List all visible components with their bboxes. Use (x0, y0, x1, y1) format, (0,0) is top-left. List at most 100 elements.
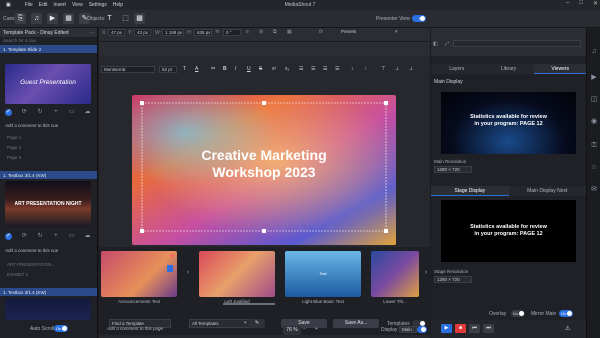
tab-main-display-next[interactable]: Main Display Next (508, 186, 586, 196)
template-card-3[interactable]: Test (285, 251, 361, 297)
justify-icon[interactable]: ☰ (335, 66, 339, 72)
add-icon[interactable]: + (52, 109, 59, 116)
check-icon[interactable]: ✓ (5, 233, 12, 240)
angle-input[interactable]: 0 ° (223, 29, 241, 36)
main-display-preview[interactable]: Statistics available for review in your … (441, 92, 576, 154)
underline-icon[interactable]: U (247, 66, 251, 72)
align-right-icon[interactable]: ☰ (323, 66, 327, 72)
cue-header-2[interactable]: 1. Textbox 3/1.4 (KW) (0, 171, 97, 179)
new-cue-icon[interactable]: ⎘ (15, 13, 26, 24)
line-spacing-icon[interactable]: ↕ (351, 66, 354, 72)
key-icon[interactable]: ⚿ (590, 142, 598, 150)
italic-icon[interactable]: I (235, 66, 236, 72)
maximize-icon[interactable]: □ (579, 0, 583, 7)
fx-icon[interactable]: fx (319, 29, 323, 35)
cloud-icon[interactable]: ☁ (84, 233, 91, 240)
cue-2-comment[interactable]: Add a comment to this cue (5, 248, 58, 253)
superscript-icon[interactable]: x² (272, 66, 276, 72)
layer-icon[interactable]: ⧉ (273, 29, 277, 35)
image-icon[interactable]: ▭ (68, 233, 75, 240)
cue-header-1[interactable]: 1. Template Slide 2 (0, 45, 97, 53)
output-selector[interactable] (453, 40, 581, 47)
width-input[interactable]: 1 188 px (162, 29, 184, 36)
save-as-button[interactable]: Save As... (333, 319, 379, 328)
refresh-icon[interactable]: ↻ (37, 109, 44, 116)
cue-1-page-2[interactable]: Page 2 (7, 145, 21, 150)
cue-1-thumbnail[interactable]: Guest Presentation (5, 64, 91, 104)
favorite-icon[interactable]: ♥ (170, 253, 174, 260)
grid-icon[interactable]: ▦ (287, 29, 292, 35)
close-icon[interactable]: ✕ (593, 0, 598, 7)
template-filter-dropdown[interactable]: All Templates (189, 319, 251, 328)
template-card-2[interactable] (199, 251, 275, 297)
gallery-scrollbar[interactable] (223, 303, 275, 305)
text-case-icon[interactable]: ᴬᵃ (211, 66, 215, 72)
warning-icon[interactable]: ⚠ (565, 325, 570, 332)
display-dropdown[interactable]: Main (399, 326, 417, 333)
check-icon[interactable]: ✓ (5, 109, 12, 116)
align-icon[interactable]: ≡ (246, 29, 249, 35)
text-style-icon[interactable]: T (183, 66, 186, 72)
previous-icon[interactable]: ⏮ (469, 324, 480, 333)
favorites-icon[interactable]: ☆ (590, 164, 598, 172)
play-icon[interactable]: ▶ (441, 324, 452, 333)
image-object-icon[interactable]: ▩ (134, 13, 145, 24)
display-toggle[interactable] (417, 326, 427, 333)
slide-canvas[interactable]: Creative Marketing Workshop 2023 (132, 95, 396, 245)
video-icon[interactable]: ▶ (590, 74, 598, 82)
zoom-input[interactable]: 76 % (283, 326, 301, 335)
tab-library[interactable]: Library (482, 64, 535, 74)
cue-header-3[interactable]: 1. Textbox 3/1.4 (KW) (0, 288, 97, 296)
shape-object-icon[interactable]: ⬚ (120, 13, 131, 24)
music-cue-icon[interactable]: ♫ (31, 13, 42, 24)
cue-1-page-1[interactable]: Page 1 (7, 135, 21, 140)
tab-stage-display[interactable]: Stage Display (431, 186, 509, 196)
text-object-icon[interactable]: T (104, 13, 115, 24)
cue-2-page-1[interactable]: ART PRESENTATION... (7, 262, 55, 267)
cue-1-comment[interactable]: Add a comment to this cue (5, 123, 58, 128)
cue-search-input[interactable]: Search for a cue (0, 37, 97, 45)
template-card-4[interactable] (371, 251, 419, 297)
x-input[interactable]: 47 px (108, 29, 125, 36)
refresh-icon[interactable]: ↻ (37, 233, 44, 240)
stop-icon[interactable]: ■ (455, 324, 466, 333)
font-color-icon[interactable]: A (195, 66, 198, 72)
media-cue-icon[interactable]: ▶ (47, 13, 58, 24)
music-icon[interactable]: ♫ (590, 48, 598, 56)
zoom-out-icon[interactable]: − (303, 326, 306, 332)
y-input[interactable]: 43 px (134, 29, 151, 36)
filter-chevron-icon[interactable]: ▾ (244, 320, 247, 326)
gallery-prev-icon[interactable]: ‹ (187, 269, 189, 276)
bold-icon[interactable]: B (223, 66, 227, 72)
tab-layers[interactable]: Layers (431, 64, 483, 74)
image-icon[interactable]: ▭ (68, 109, 75, 116)
presets-chevron-icon[interactable]: ▾ (395, 29, 398, 35)
minimize-icon[interactable]: – (566, 0, 569, 7)
align-left-icon[interactable]: ☰ (299, 66, 303, 72)
strikethrough-icon[interactable]: S (259, 66, 262, 72)
camera-icon[interactable]: ◉ (590, 118, 598, 126)
align-bottom-icon[interactable]: ⊥ (409, 66, 413, 72)
graphics-icon[interactable]: ◫ (590, 96, 598, 104)
align-center-icon[interactable]: ☰ (311, 66, 315, 72)
cue-2-page-2[interactable]: EXHIBIT 1 (7, 272, 28, 277)
align-top-icon[interactable]: ⊤ (381, 66, 385, 72)
panel-menu-icon[interactable]: ⋯ (89, 30, 94, 36)
stage-display-preview[interactable]: Statistics available for review in your … (441, 200, 576, 262)
zoom-in-icon[interactable]: + (315, 326, 318, 332)
tab-viewers[interactable]: Viewers (534, 64, 587, 74)
cue-1-page-3[interactable]: Page 3 (7, 155, 21, 160)
font-dropdown[interactable]: Montserrat (101, 66, 155, 73)
list-icon[interactable]: ⁝ (365, 66, 367, 72)
chat-icon[interactable]: ✉ (590, 186, 598, 194)
page-comment-input[interactable]: Add a comment to this page (107, 326, 163, 331)
gallery-next-icon[interactable]: › (425, 269, 427, 276)
font-size-input[interactable]: 52 pt (159, 66, 177, 73)
presenter-view-dropdown-icon[interactable]: ▾ (406, 16, 409, 22)
next-icon[interactable]: ⏭ (483, 324, 494, 333)
subscript-icon[interactable]: x₂ (285, 66, 289, 72)
panel-undock-icon[interactable]: ⤢ (445, 41, 449, 47)
loop-icon[interactable]: ⟳ (21, 233, 28, 240)
add-icon[interactable]: + (52, 233, 59, 240)
slide-title-line-2[interactable]: Workshop 2023 (132, 164, 396, 181)
